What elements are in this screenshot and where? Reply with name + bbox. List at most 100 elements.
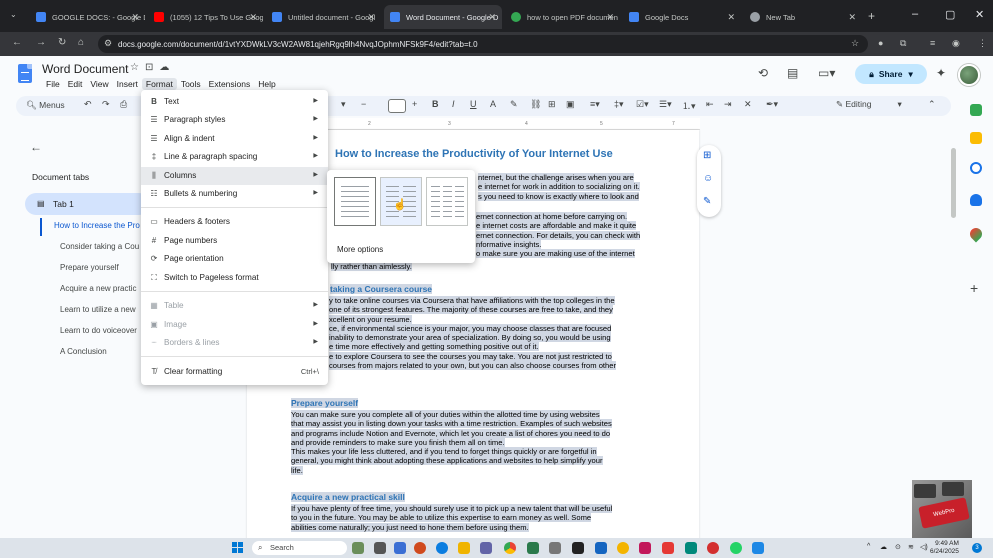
site-info-icon[interactable]: ⚙: [104, 38, 112, 49]
menu-tools[interactable]: Tools: [177, 78, 205, 90]
paragraph[interactable]: You can make sure you complete all of yo…: [291, 410, 653, 475]
taskbar-app-icon[interactable]: [752, 542, 764, 554]
system-clock[interactable]: 9:49 AM 6/24/2025: [930, 540, 959, 556]
italic-icon[interactable]: I: [452, 99, 455, 109]
menu-item-clear-formatting[interactable]: T̸ Clear formatting Ctrl+\: [141, 363, 328, 381]
contacts-icon[interactable]: [970, 194, 982, 206]
menu-view[interactable]: View: [86, 78, 112, 90]
gemini-spark-icon[interactable]: ✦: [936, 66, 946, 80]
menu-item-paragraph-styles[interactable]: ☰ Paragraph styles ▶: [141, 111, 328, 129]
close-tab-icon[interactable]: ✕: [249, 12, 257, 23]
outline-item[interactable]: Learn to do voiceover: [60, 326, 137, 335]
taskbar-app-icon[interactable]: [685, 542, 697, 554]
paragraph[interactable]: nternet, but the challenge arises when y…: [478, 173, 658, 201]
tab-search-icon[interactable]: ⌄: [10, 10, 17, 19]
subheading[interactable]: Prepare yourself: [291, 398, 359, 408]
menu-item-image[interactable]: ▣ Image ▶: [141, 316, 328, 334]
outline-item[interactable]: Prepare yourself: [60, 263, 119, 272]
menu-extensions[interactable]: Extensions: [205, 78, 255, 90]
browser-tab[interactable]: how to open PDF documen ✕: [505, 5, 620, 29]
outline-item[interactable]: Learn to utilize a new: [60, 305, 136, 314]
keep-icon[interactable]: [970, 132, 982, 144]
collapse-toolbar-icon[interactable]: ⌃: [928, 99, 936, 110]
menu-item-columns[interactable]: ⫼ Columns ▶: [141, 167, 328, 185]
increase-indent-icon[interactable]: ⇥: [724, 99, 732, 110]
menu-file[interactable]: File: [42, 78, 64, 90]
maps-icon[interactable]: [967, 225, 985, 243]
star-icon[interactable]: ☆: [130, 62, 145, 73]
tasks-icon[interactable]: [970, 162, 982, 174]
back-icon[interactable]: ←: [12, 37, 22, 48]
add-comment-icon[interactable]: ⊞: [548, 99, 556, 110]
outline-item[interactable]: How to Increase the Pro: [54, 221, 140, 230]
menu-item-bullets-numbering[interactable]: ☷ Bullets & numbering ▶: [141, 185, 328, 203]
close-window-icon[interactable]: ✕: [975, 8, 984, 21]
extension-icon[interactable]: ●: [878, 38, 883, 48]
one-column-option[interactable]: [334, 177, 376, 226]
font-size-input[interactable]: [388, 99, 406, 113]
taskbar-app-icon[interactable]: [639, 542, 651, 554]
undo-icon[interactable]: ↶: [84, 99, 92, 110]
browser-tab[interactable]: GOOGLE DOCS: - Google D ✕: [30, 5, 145, 29]
taskbar-app-icon[interactable]: [662, 542, 674, 554]
vertical-scrollbar[interactable]: [951, 148, 956, 218]
docs-logo-icon[interactable]: [18, 64, 32, 83]
menus-search[interactable]: 🔍︎ Menus: [26, 100, 65, 111]
menu-item-pageless[interactable]: ⛶ Switch to Pageless format: [141, 269, 328, 287]
wifi-icon[interactable]: ≋: [908, 543, 914, 551]
paragraph[interactable]: ernet connection at home before carrying…: [476, 212, 658, 259]
pen-icon[interactable]: ✒▾: [766, 99, 778, 110]
pinterest-icon[interactable]: [707, 542, 719, 554]
taskbar-search[interactable]: ⌕ Search: [252, 541, 347, 555]
new-tab-plus-icon[interactable]: +: [868, 9, 875, 23]
close-tab-icon[interactable]: ✕: [848, 12, 856, 23]
menu-item-text[interactable]: B Text ▶: [141, 93, 328, 111]
sidebar-tab-1[interactable]: ▤ Tab 1: [25, 193, 150, 215]
subheading[interactable]: Acquire a new practical skill: [291, 492, 405, 502]
windows-start-icon[interactable]: [232, 542, 243, 553]
align-icon[interactable]: ≡▾: [590, 99, 600, 110]
decrease-indent-icon[interactable]: ⇤: [706, 99, 714, 110]
cloud-tray-icon[interactable]: ☁: [880, 543, 887, 551]
decrease-font-icon[interactable]: −: [361, 99, 366, 109]
tab-menu-icon[interactable]: ≡: [930, 38, 935, 48]
whatsapp-icon[interactable]: [730, 542, 742, 554]
redo-icon[interactable]: ↷: [102, 99, 110, 110]
minimize-icon[interactable]: –: [912, 8, 918, 20]
kebab-menu-icon[interactable]: ⋮: [978, 38, 987, 49]
close-tab-icon[interactable]: ✕: [606, 12, 614, 23]
taskbar-app-icon[interactable]: [394, 542, 406, 554]
menu-item-table[interactable]: ▦ Table ▶: [141, 297, 328, 315]
menu-insert[interactable]: Insert: [113, 78, 142, 90]
menu-item-headers-footers[interactable]: ▭ Headers & footers: [141, 213, 328, 231]
browser-tab-active[interactable]: Word Document - Google D ✕: [384, 5, 502, 29]
firefox-icon[interactable]: [414, 542, 426, 554]
reload-icon[interactable]: ↻: [58, 37, 66, 48]
increase-font-icon[interactable]: +: [412, 99, 417, 109]
bookmark-star-icon[interactable]: ☆: [851, 38, 859, 49]
paragraph[interactable]: lly rather than aimlessly.: [331, 262, 631, 271]
taskbar-app-icon[interactable]: [572, 542, 584, 554]
close-tab-icon[interactable]: ✕: [727, 12, 735, 23]
checklist-icon[interactable]: ☑▾: [636, 99, 649, 110]
menu-item-line-spacing[interactable]: ‡ Line & paragraph spacing ▶: [141, 148, 328, 166]
profile-icon[interactable]: ◉: [952, 38, 960, 49]
numbered-list-icon[interactable]: ⒈▾: [682, 99, 696, 112]
text-color-icon[interactable]: A: [490, 99, 496, 109]
document-heading[interactable]: How to Increase the Productivity of Your…: [335, 148, 613, 160]
outline-item[interactable]: Consider taking a Cou: [60, 242, 139, 251]
tray-chevron-icon[interactable]: ^: [867, 543, 870, 550]
subheading[interactable]: taking a Coursera course: [330, 284, 433, 294]
close-tab-icon[interactable]: ✕: [131, 12, 139, 23]
menu-item-borders-lines[interactable]: ┈ Borders & lines ▶: [141, 334, 328, 352]
taskbar-app-icon[interactable]: [352, 542, 364, 554]
paragraph[interactable]: y to take online courses via Coursera th…: [329, 296, 655, 371]
notification-badge[interactable]: 3: [972, 543, 982, 553]
insert-image-icon[interactable]: ▣: [566, 99, 575, 110]
maximize-icon[interactable]: ▢: [945, 8, 955, 21]
suggest-edits-icon[interactable]: ✎: [703, 196, 711, 207]
version-history-icon[interactable]: ⟲: [758, 66, 768, 80]
menu-item-page-numbers[interactable]: # Page numbers: [141, 232, 328, 250]
taskbar-app-icon[interactable]: [480, 542, 492, 554]
more-options-item[interactable]: More options: [337, 245, 383, 254]
